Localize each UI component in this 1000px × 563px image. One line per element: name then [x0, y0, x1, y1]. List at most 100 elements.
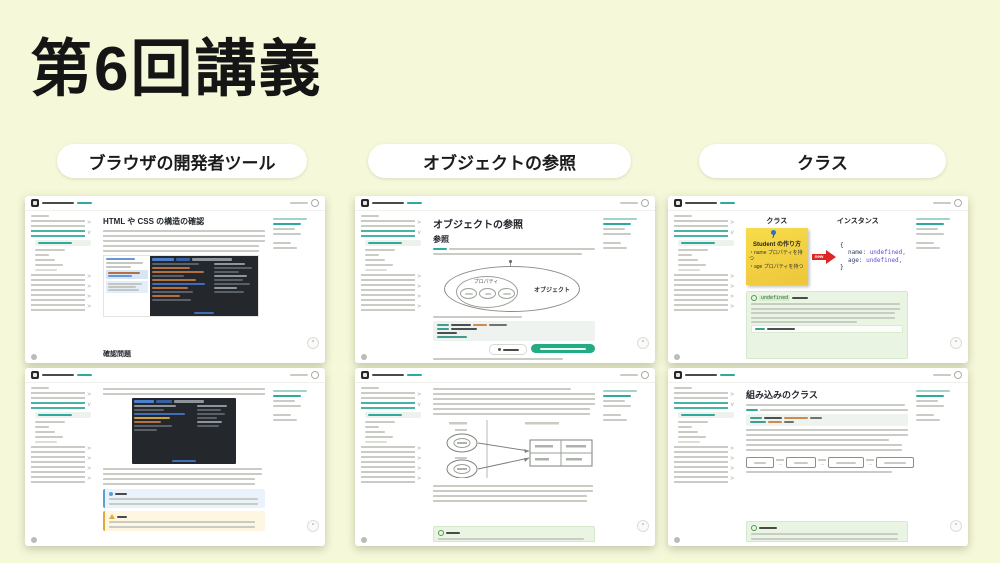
- sidebar-item[interactable]: >: [361, 446, 421, 453]
- sidebar-subitem[interactable]: [35, 426, 49, 428]
- inline-link-skeleton[interactable]: [746, 409, 758, 411]
- settings-icon[interactable]: [311, 199, 319, 207]
- sidebar-subitem[interactable]: [678, 436, 706, 438]
- sidebar-item[interactable]: >: [31, 476, 91, 483]
- devtools-tab[interactable]: [152, 258, 174, 261]
- header-link-skeleton[interactable]: [290, 202, 308, 204]
- settings-icon[interactable]: [311, 371, 319, 379]
- toc-link-skeleton[interactable]: [916, 228, 938, 230]
- sidebar-footer-icon[interactable]: [674, 354, 680, 360]
- sidebar-item[interactable]: >: [674, 304, 734, 311]
- sidebar-item[interactable]: >: [674, 456, 734, 463]
- toc-link-skeleton[interactable]: [916, 400, 938, 402]
- sidebar-item[interactable]: >: [31, 466, 91, 473]
- sidebar-subitem[interactable]: [35, 431, 55, 433]
- toc-link-skeleton[interactable]: [273, 419, 297, 421]
- sidebar-item[interactable]: >: [31, 284, 91, 291]
- header-link-skeleton[interactable]: [290, 374, 308, 376]
- sidebar-subitem[interactable]: [365, 254, 379, 256]
- sidebar-footer-icon[interactable]: [31, 537, 37, 543]
- sidebar-subitem[interactable]: [35, 259, 55, 261]
- scroll-top-button[interactable]: ^: [950, 520, 962, 532]
- header-nav-link-skeleton[interactable]: [720, 374, 735, 376]
- sidebar-subitem[interactable]: [365, 269, 387, 271]
- toc-link-skeleton[interactable]: [603, 228, 625, 230]
- sidebar-subitem[interactable]: [365, 421, 395, 423]
- header-nav-link-skeleton[interactable]: [77, 374, 92, 376]
- settings-icon[interactable]: [954, 371, 962, 379]
- sidebar-subitem[interactable]: [365, 431, 385, 433]
- sidebar-subitem[interactable]: [365, 259, 385, 261]
- settings-icon[interactable]: [641, 371, 649, 379]
- header-nav-link-skeleton[interactable]: [407, 202, 422, 204]
- sidebar-subitem[interactable]: [678, 264, 706, 266]
- toc-link-skeleton[interactable]: [916, 242, 934, 244]
- toc-link-skeleton[interactable]: [603, 400, 625, 402]
- sidebar-item-active-section[interactable]: v: [31, 402, 91, 409]
- sidebar-subitem[interactable]: [35, 436, 63, 438]
- toc-link-skeleton[interactable]: [273, 247, 297, 249]
- sidebar-item[interactable]: >: [31, 392, 91, 399]
- sidebar-item[interactable]: >: [674, 476, 734, 483]
- sidebar-item[interactable]: >: [31, 294, 91, 301]
- header-link-skeleton[interactable]: [620, 202, 638, 204]
- toc-link-skeleton[interactable]: [916, 419, 940, 421]
- sidebar-item[interactable]: >: [361, 274, 421, 281]
- sidebar-footer-icon[interactable]: [31, 354, 37, 360]
- sidebar-item[interactable]: >: [674, 284, 734, 291]
- sidebar-subitem[interactable]: [35, 264, 63, 266]
- sidebar-item[interactable]: >: [31, 456, 91, 463]
- sidebar-subitem[interactable]: [35, 421, 65, 423]
- toc-link-skeleton[interactable]: [916, 233, 944, 235]
- sidebar-subitem[interactable]: [35, 249, 65, 251]
- toc-link-skeleton[interactable]: [603, 247, 627, 249]
- inline-link-skeleton[interactable]: [433, 248, 447, 250]
- header-link-skeleton[interactable]: [933, 202, 951, 204]
- sidebar-item[interactable]: >: [674, 220, 734, 227]
- sidebar-subitem-current[interactable]: [678, 240, 734, 246]
- sidebar-footer-icon[interactable]: [674, 537, 680, 543]
- header-nav-link-skeleton[interactable]: [77, 202, 92, 204]
- sidebar-item-active-section[interactable]: v: [674, 230, 734, 237]
- sidebar-subitem[interactable]: [365, 426, 379, 428]
- settings-icon[interactable]: [954, 199, 962, 207]
- sidebar-subitem[interactable]: [35, 254, 49, 256]
- toc-link-skeleton[interactable]: [273, 242, 291, 244]
- sidebar-item[interactable]: >: [31, 304, 91, 311]
- sidebar-subitem[interactable]: [678, 254, 692, 256]
- sidebar-item[interactable]: >: [31, 220, 91, 227]
- toc-link-skeleton[interactable]: [273, 405, 301, 407]
- sidebar-item[interactable]: >: [361, 220, 421, 227]
- sidebar-subitem[interactable]: [35, 441, 57, 443]
- sidebar-subitem-current[interactable]: [365, 240, 421, 246]
- header-link-skeleton[interactable]: [620, 374, 638, 376]
- toc-link-skeleton[interactable]: [603, 242, 621, 244]
- sidebar-subitem[interactable]: [365, 264, 393, 266]
- copy-code-button[interactable]: [489, 344, 527, 355]
- toc-link-skeleton[interactable]: [273, 400, 295, 402]
- scroll-top-button[interactable]: ^: [307, 337, 319, 349]
- sidebar-item[interactable]: >: [674, 294, 734, 301]
- sidebar-item[interactable]: >: [31, 446, 91, 453]
- sidebar-footer-icon[interactable]: [361, 354, 367, 360]
- run-program-button[interactable]: [531, 344, 595, 353]
- toc-link-skeleton[interactable]: [916, 405, 944, 407]
- sidebar-subitem[interactable]: [678, 269, 700, 271]
- toc-link-skeleton[interactable]: [273, 414, 291, 416]
- toc-link-skeleton[interactable]: [273, 228, 295, 230]
- sidebar-subitem[interactable]: [678, 421, 708, 423]
- toc-link-skeleton[interactable]: [603, 223, 631, 225]
- sidebar-item[interactable]: >: [674, 392, 734, 399]
- sidebar-subitem[interactable]: [365, 441, 387, 443]
- sidebar-item[interactable]: >: [361, 466, 421, 473]
- sidebar-item[interactable]: >: [674, 446, 734, 453]
- toc-link-skeleton[interactable]: [916, 414, 934, 416]
- toc-link-skeleton[interactable]: [916, 223, 944, 225]
- toc-link-skeleton[interactable]: [916, 247, 940, 249]
- sidebar-item[interactable]: >: [361, 284, 421, 291]
- sidebar-subitem[interactable]: [678, 426, 692, 428]
- sidebar-item-active-section[interactable]: v: [361, 230, 421, 237]
- toc-link-skeleton[interactable]: [603, 395, 631, 397]
- sidebar-subitem-current[interactable]: [35, 412, 91, 418]
- toc-link-skeleton[interactable]: [603, 405, 631, 407]
